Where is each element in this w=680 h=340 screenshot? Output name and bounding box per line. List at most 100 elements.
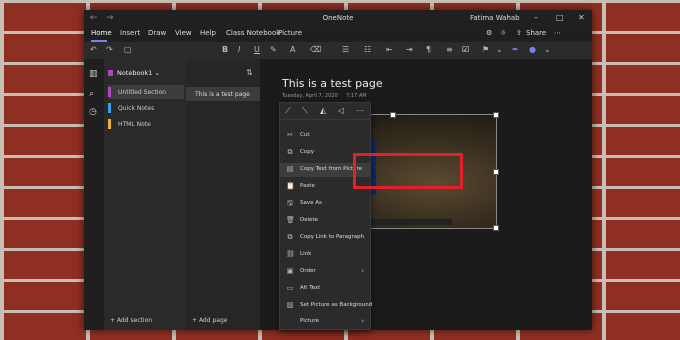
menu-item-cut[interactable]: ✂ Cut [280,129,370,143]
menu-item-save-as[interactable]: 🖫 Save As [280,197,370,211]
section-item[interactable]: Quick Notes [108,101,184,115]
crop-alt-icon[interactable]: ⟍ [302,106,308,116]
tag-dropdown-icon[interactable]: ⌄ [496,45,503,54]
page-title[interactable]: This is a test page [282,77,383,90]
page-time: 7:17 AM [346,93,367,99]
section-item[interactable]: Untitled Section [108,85,184,99]
search-icon[interactable]: ⌕ [89,89,94,99]
crop-icon[interactable]: ⟋ [285,106,291,116]
title-bar: ← → OneNote Fatima Wahab – □ ✕ [84,10,592,27]
menu-item-label: Order [300,268,316,274]
red-highlight-box [353,153,463,189]
rotate-icon[interactable]: ◁ [338,106,344,115]
save-icon: 🖫 [287,199,293,207]
share-button[interactable]: Share [526,29,546,37]
context-menu: ⟋ ⟍ ◭ ◁ ⋯ ✂ Cut ⧉ Copy ▤ Copy Text from … [279,102,373,330]
menu-item-alt-text[interactable]: ▭ Alt Text [280,282,370,296]
ribbon-tabs: Home Insert Draw View Help Class Noteboo… [84,27,592,42]
menu-item-delete[interactable]: 🗑 Delete [280,214,370,228]
user-name[interactable]: Fatima Wahab [470,14,520,22]
menu-item-label: Set Picture as Background [300,302,373,308]
chevron-right-icon: › [361,317,364,325]
checkbox-icon[interactable]: ☑ [462,45,469,54]
recent-icon[interactable]: ◷ [89,107,97,117]
add-page-button[interactable]: + Add page [192,317,227,324]
bell-icon[interactable]: ⚙ [486,29,492,37]
navigation-rail: ▥ ⌕ ◷ [84,59,104,330]
share-icon[interactable]: ⇪ [516,29,522,37]
section-color-bar [108,119,111,129]
menu-item-label: Picture [300,318,319,324]
menu-item-set-picture-as-background[interactable]: ▨ Set Picture as Background [280,299,373,313]
notebook-selector[interactable]: Notebook1 ⌄ [108,69,160,77]
lightbulb-icon[interactable]: ☼ [500,29,506,37]
menu-item-link[interactable]: ⛓ Link [280,248,370,262]
ribbon-toolbar: ↶ ↷ ▢ B I U ✎ A ⌫ ☰ ☷ ⇤ ⇥ ¶ ≡ ☑ ⚑ ⌄ ✒ ● … [84,42,592,59]
outdent-icon[interactable]: ⇤ [386,45,393,54]
pages-pane: ⇅ This is a test page + Add page [186,59,260,330]
italic-icon[interactable]: I [238,45,240,54]
add-page-label: Add page [198,317,228,324]
font-color-icon[interactable]: A [290,45,295,54]
resize-handle[interactable] [493,225,499,231]
section-item[interactable]: HTML Note [108,117,184,131]
close-button[interactable]: ✕ [578,13,585,22]
flip-icon[interactable]: ◭ [320,106,326,115]
resize-handle[interactable] [390,112,396,118]
dictate-dropdown-icon[interactable]: ⌄ [544,45,551,54]
tag-icon[interactable]: ⚑ [482,45,489,54]
plus-icon: + [192,317,199,324]
copy-link-icon: ⧉ [287,233,293,241]
notebook-icon [108,70,113,76]
add-section-button[interactable]: + Add section [110,317,152,324]
notebooks-icon[interactable]: ▥ [89,69,98,79]
microphone-icon[interactable]: ● [529,45,536,54]
page-label: This is a test page [195,91,250,98]
maximize-button[interactable]: □ [556,13,564,22]
numbering-icon[interactable]: ☷ [364,45,371,54]
sort-icon[interactable]: ⇅ [246,68,253,77]
menu-item-picture[interactable]: Picture › [280,315,370,329]
sections-pane: Notebook1 ⌄ Untitled Section Quick Notes… [104,59,186,330]
tab-picture[interactable]: Picture [278,29,302,37]
bold-icon[interactable]: B [222,45,228,54]
pen-icon[interactable]: ✒ [512,45,519,54]
menu-item-label: Alt Text [300,285,321,291]
link-icon: ⛓ [286,250,295,258]
tab-draw[interactable]: Draw [148,29,166,37]
minimize-button[interactable]: – [534,13,538,22]
tab-view[interactable]: View [175,29,192,37]
indent-icon[interactable]: ⇥ [406,45,413,54]
highlight-icon[interactable]: ✎ [270,45,277,54]
background-icon: ▨ [286,301,294,309]
section-color-bar [108,103,111,113]
chevron-down-icon: ⌄ [154,69,160,77]
scissors-icon: ✂ [287,131,293,139]
tab-home[interactable]: Home [91,29,112,37]
tab-help[interactable]: Help [200,29,216,37]
redo-icon[interactable]: ↷ [106,45,113,54]
undo-icon[interactable]: ↶ [90,45,97,54]
more-icon[interactable]: ⋯ [356,106,364,115]
tab-class-notebook[interactable]: Class Notebook [226,29,280,37]
paragraph-style-icon[interactable]: ¶ [426,45,431,54]
add-section-label: Add section [116,317,153,324]
context-menu-toolbar: ⟋ ⟍ ◭ ◁ ⋯ [280,103,370,120]
menu-item-label: Copy Link to Paragraph [300,234,365,240]
section-label: Quick Notes [118,105,155,112]
underline-icon[interactable]: U [254,45,260,54]
clipboard-icon[interactable]: ▢ [124,45,132,54]
resize-handle[interactable] [493,112,499,118]
plus-icon: + [110,317,117,324]
align-icon[interactable]: ≡ [446,45,453,54]
resize-handle[interactable] [493,169,499,175]
tab-insert[interactable]: Insert [120,29,140,37]
menu-item-label: Copy [300,149,314,155]
menu-item-order[interactable]: ▣ Order › [280,265,370,279]
bullets-icon[interactable]: ☰ [342,45,349,54]
order-icon: ▣ [286,267,294,275]
page-item[interactable]: This is a test page [186,87,260,101]
more-options-icon[interactable]: ⋯ [554,29,561,37]
clear-formatting-icon[interactable]: ⌫ [310,45,321,54]
menu-item-copy-link-to-paragraph[interactable]: ⧉ Copy Link to Paragraph [280,231,370,245]
